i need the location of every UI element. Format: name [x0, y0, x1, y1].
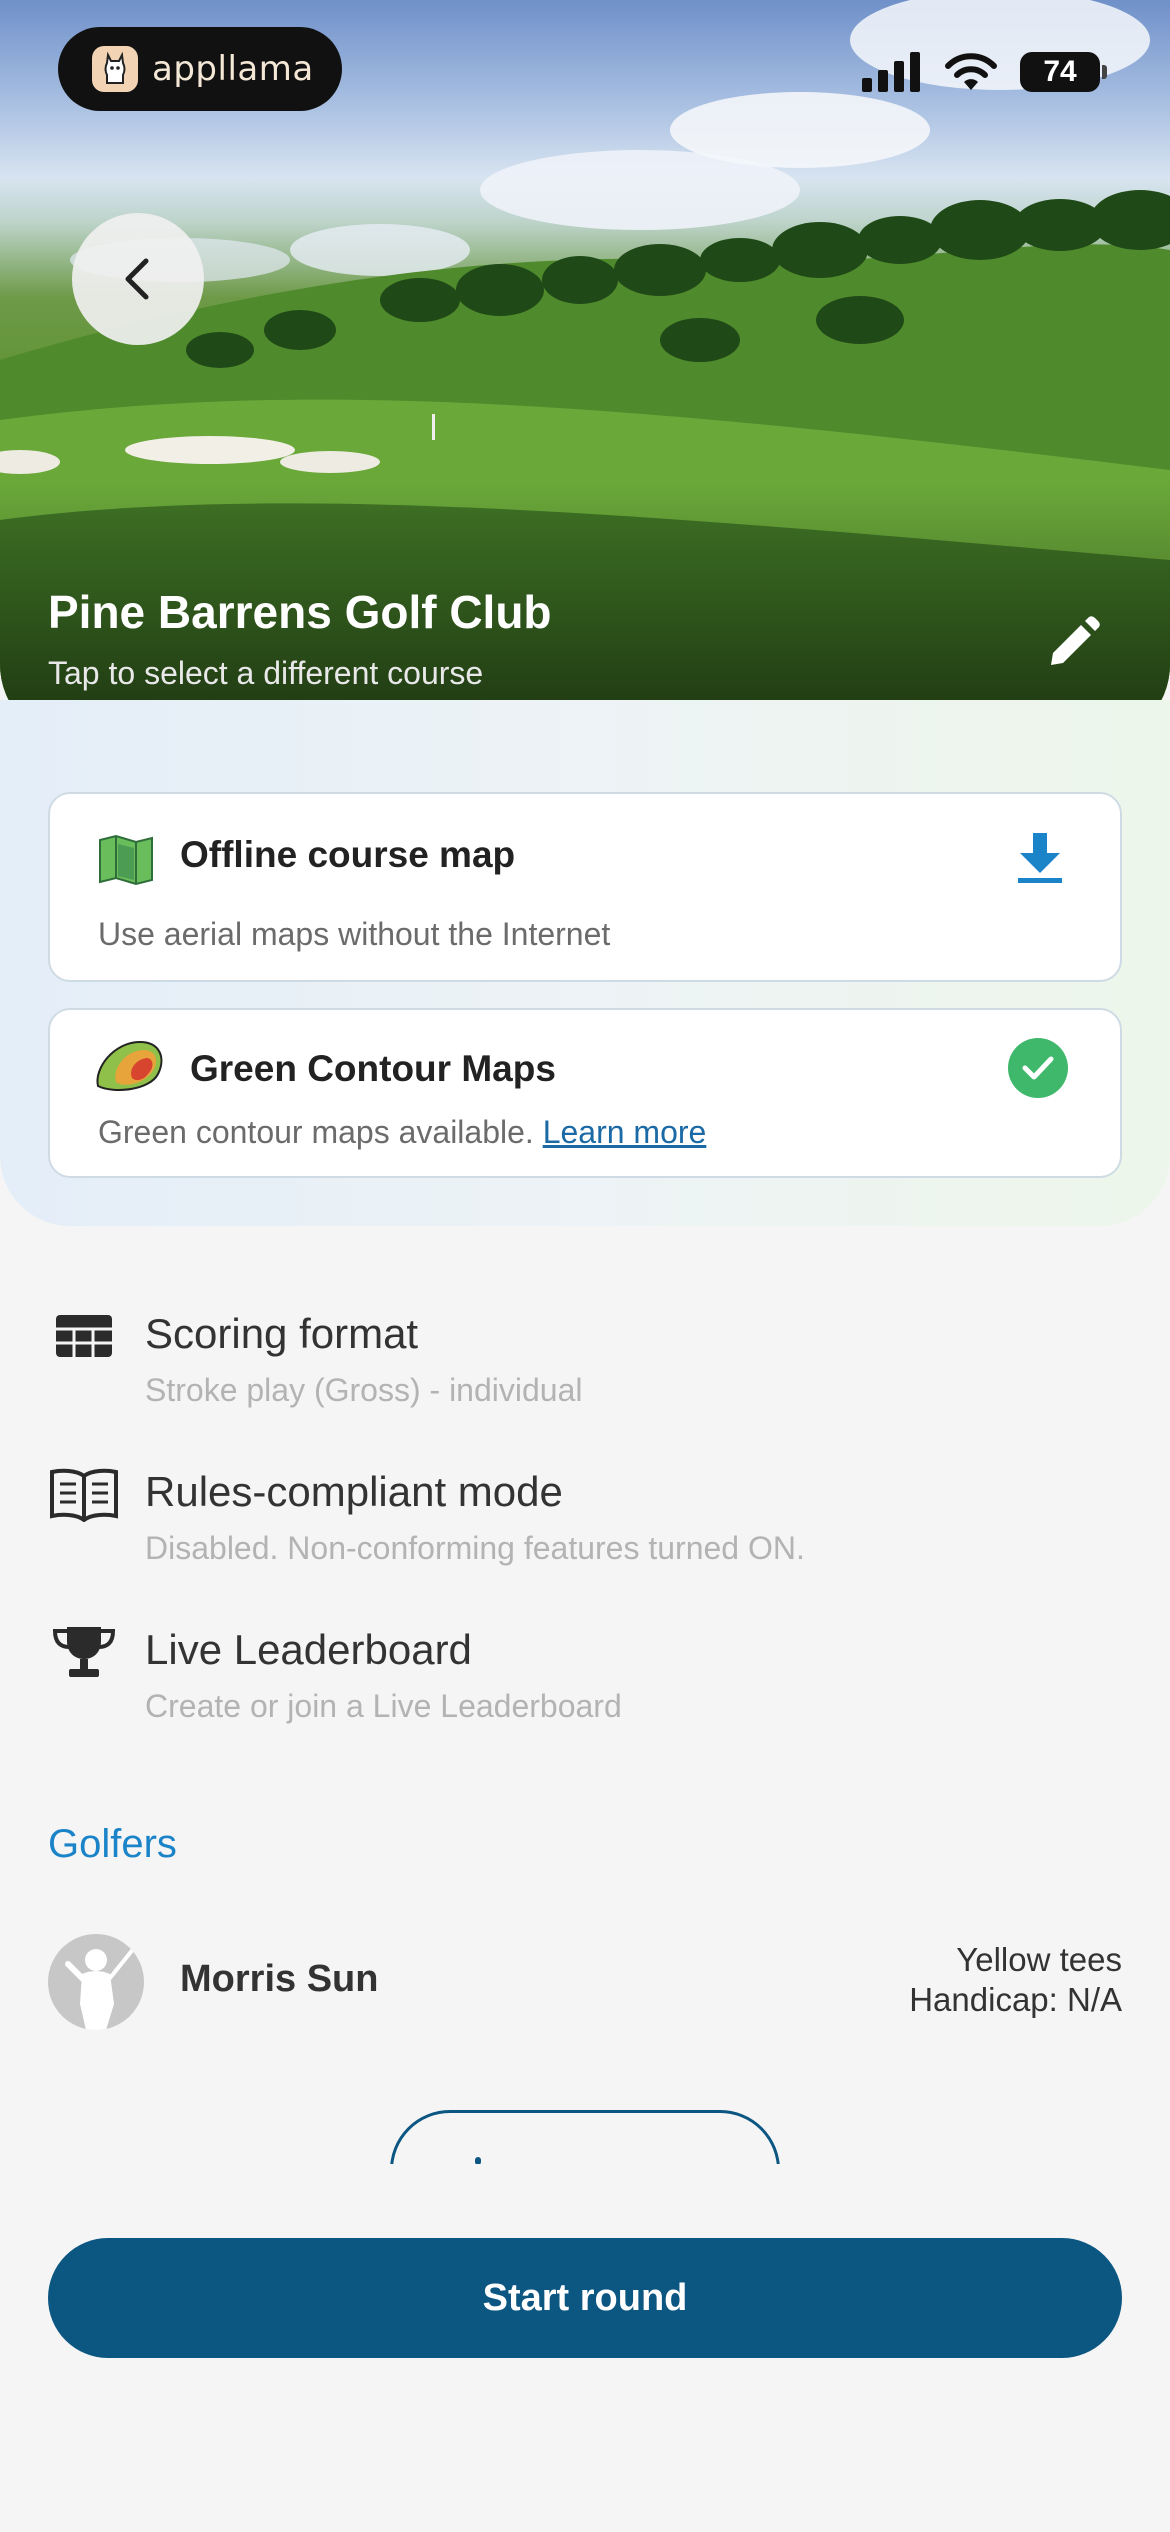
course-hero-image[interactable]: appllama 74 Pine Barrens Golf Club Tap t…	[0, 0, 1170, 744]
rules-mode-value: Disabled. Non-conforming features turned…	[145, 1530, 805, 1566]
wifi-icon	[945, 53, 997, 90]
status-bar: 74	[862, 52, 1107, 92]
add-golfer-button-glyph	[475, 2157, 481, 2164]
folded-map-icon	[99, 834, 153, 886]
add-golfer-button-outline	[390, 2110, 780, 2164]
green-contour-title: Green Contour Maps	[190, 1048, 556, 1089]
golfer-name: Morris Sun	[180, 1958, 379, 2000]
scoring-format-value: Stroke play (Gross) - individual	[145, 1372, 583, 1408]
offline-map-card[interactable]: Offline course map Use aerial maps witho…	[48, 792, 1122, 982]
green-contour-description-text: Green contour maps available.	[98, 1114, 534, 1150]
check-circle-icon	[1008, 1038, 1068, 1098]
offline-map-description: Use aerial maps without the Internet	[98, 916, 611, 952]
golfer-silhouette-icon	[65, 1946, 136, 2030]
live-leaderboard-title: Live Leaderboard	[145, 1626, 472, 1673]
edit-course-button[interactable]	[1040, 610, 1106, 676]
golfer-handicap: Handicap: N/A	[909, 1981, 1122, 2018]
golfer-tees: Yellow tees	[956, 1941, 1122, 1978]
contour-map-icon	[96, 1040, 163, 1091]
brand-badge: appllama	[58, 27, 342, 111]
download-button[interactable]	[1010, 828, 1070, 888]
brand-name: appllama	[152, 49, 314, 89]
rules-mode-title: Rules-compliant mode	[145, 1468, 563, 1515]
back-button[interactable]	[72, 213, 204, 345]
course-subtitle[interactable]: Tap to select a different course	[48, 655, 483, 692]
pencil-icon	[1051, 616, 1100, 665]
cellular-signal-icon	[862, 52, 920, 92]
scoring-format-title: Scoring format	[145, 1310, 419, 1357]
offline-map-title: Offline course map	[180, 834, 516, 875]
live-leaderboard-value: Create or join a Live Leaderboard	[145, 1688, 622, 1724]
download-icon	[1018, 833, 1062, 883]
avatar	[48, 1934, 144, 2030]
green-contour-description: Green contour maps available. Learn more	[98, 1114, 706, 1151]
table-icon	[48, 1306, 120, 1366]
learn-more-link[interactable]: Learn more	[543, 1114, 707, 1150]
llama-icon	[92, 46, 138, 92]
battery-indicator: 74	[1020, 52, 1107, 92]
course-name[interactable]: Pine Barrens Golf Club	[48, 585, 552, 639]
golfer-details: Yellow tees Handicap: N/A	[909, 1940, 1122, 2020]
green-contour-card[interactable]: Green Contour Maps Green contour maps av…	[48, 1008, 1122, 1178]
trophy-icon	[48, 1622, 120, 1682]
chevron-left-icon	[125, 258, 149, 300]
book-icon	[48, 1464, 120, 1524]
golfers-section-title: Golfers	[48, 1822, 177, 1866]
add-golfer-button-partial[interactable]	[390, 2110, 780, 2164]
start-round-button[interactable]: Start round	[48, 2238, 1122, 2358]
